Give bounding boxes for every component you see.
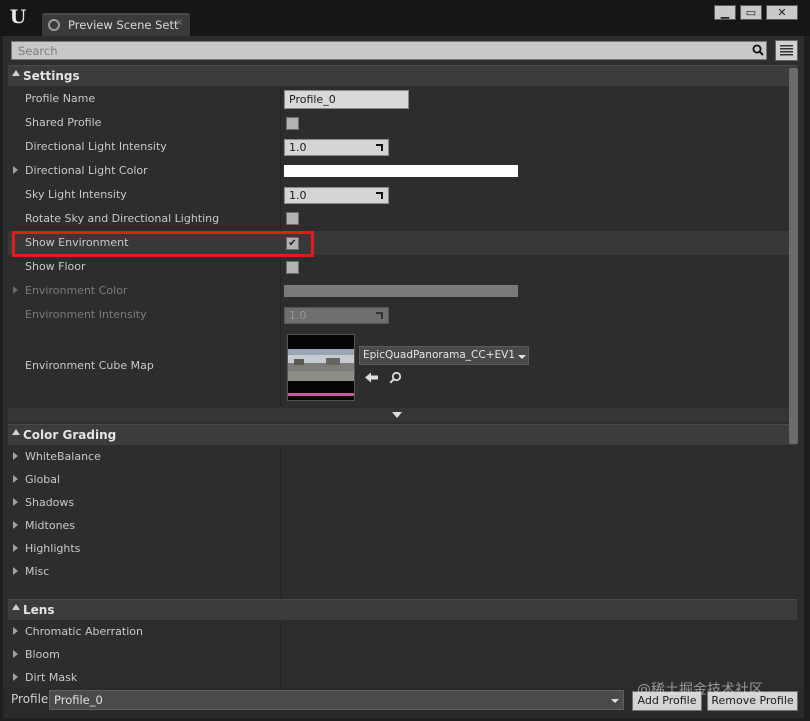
search-placeholder: Search: [18, 44, 58, 58]
expand-arrow-icon[interactable]: [13, 166, 18, 174]
row-label: Directional Light Intensity: [25, 140, 167, 153]
chevron-down-icon: [518, 355, 526, 359]
tab-label: Preview Scene Sett: [68, 18, 179, 32]
show-floor-checkbox[interactable]: [286, 261, 299, 274]
spin-arrows-icon: [376, 312, 383, 319]
sky-light-intensity-input[interactable]: 1.0: [284, 187, 389, 204]
expand-arrow-icon: [13, 452, 18, 460]
close-button[interactable]: ✕: [766, 5, 798, 20]
cube-map-thumbnail[interactable]: [287, 334, 355, 401]
tab-close-icon[interactable]: ×: [175, 17, 183, 28]
row-directional-light-intensity: Directional Light Intensity: [8, 135, 797, 159]
list-item-highlights[interactable]: Highlights: [8, 537, 797, 561]
category-label: Midtones: [25, 519, 76, 532]
shared-profile-checkbox[interactable]: [286, 117, 299, 130]
vertical-scrollbar[interactable]: [789, 68, 798, 444]
row-label: Show Floor: [25, 260, 86, 273]
expand-arrow-icon: [13, 650, 18, 658]
expand-arrow-icon: [13, 673, 18, 681]
list-item-chromatic-aberration[interactable]: Chromatic Aberration: [8, 620, 797, 644]
spin-arrows-icon: [376, 144, 383, 151]
list-item-bloom[interactable]: Bloom: [8, 643, 797, 667]
section-lens[interactable]: Lens: [8, 599, 797, 620]
spin-arrows-icon: [376, 192, 383, 199]
row-label: Environment Color: [25, 284, 128, 297]
row-label: Rotate Sky and Directional Lighting: [25, 212, 220, 225]
directional-light-color-swatch[interactable]: [284, 165, 518, 177]
profile-dropdown[interactable]: Profile_0: [49, 690, 624, 710]
list-item-whitebalance[interactable]: WhiteBalance: [8, 445, 797, 469]
category-label: Chromatic Aberration: [25, 625, 143, 638]
unreal-logo-icon: U: [9, 6, 27, 28]
category-label: WhiteBalance: [25, 450, 101, 463]
section-title: Lens: [23, 603, 55, 617]
directional-light-intensity-input[interactable]: 1.0: [284, 139, 389, 156]
expand-arrow-icon: [13, 475, 18, 483]
chevron-down-icon: [611, 699, 619, 703]
advanced-expander-bar[interactable]: [8, 408, 797, 422]
expand-arrow-icon: [13, 498, 18, 506]
tab-preview-scene-settings[interactable]: Preview Scene Sett ×: [42, 13, 190, 36]
list-item-misc[interactable]: Misc: [8, 560, 797, 584]
section-color-grading[interactable]: Color Grading: [8, 424, 797, 445]
profile-dropdown-value: Profile_0: [54, 693, 103, 707]
collapse-arrow-icon: [12, 70, 20, 76]
browse-asset-search-icon[interactable]: [389, 371, 402, 384]
expand-advanced-icon: [392, 412, 402, 418]
minimize-button[interactable]: ▁: [714, 5, 736, 20]
row-show-floor: Show Floor: [8, 255, 797, 279]
rotate-sky-checkbox[interactable]: [286, 212, 299, 225]
list-item-shadows[interactable]: Shadows: [8, 491, 797, 515]
expand-arrow-icon: [13, 521, 18, 529]
section-title: Color Grading: [23, 428, 117, 442]
section-title: Settings: [23, 69, 80, 83]
collapse-arrow-icon: [12, 604, 20, 610]
view-options-button[interactable]: [775, 40, 798, 61]
row-label: Environment Cube Map: [25, 359, 154, 372]
row-environment-intensity: Environment Intensity: [8, 303, 797, 327]
search-icon[interactable]: [752, 44, 764, 56]
category-label: Highlights: [25, 542, 81, 555]
row-label: Directional Light Color: [25, 164, 148, 177]
category-label: Dirt Mask: [25, 671, 78, 684]
asset-name: EpicQuadPanorama_CC+EV1: [363, 349, 516, 361]
collapse-arrow-icon: [12, 429, 20, 435]
profile-name-value: Profile_0: [289, 93, 336, 106]
list-item-global[interactable]: Global: [8, 468, 797, 492]
row-label: Environment Intensity: [25, 308, 147, 321]
maximize-button[interactable]: ▭: [740, 5, 762, 20]
row-label: Sky Light Intensity: [25, 188, 127, 201]
row-sky-light-intensity: Sky Light Intensity: [8, 183, 797, 207]
annotation-highlight-box: [12, 231, 314, 257]
environment-color-swatch: [284, 285, 518, 297]
panorama-thumbnail-image: [288, 335, 354, 400]
section-settings[interactable]: Settings: [8, 65, 797, 86]
environment-intensity-input: 1.0: [284, 307, 389, 324]
expand-arrow-icon[interactable]: [13, 286, 18, 294]
use-selected-asset-arrow-icon[interactable]: [364, 371, 379, 384]
expand-arrow-icon: [13, 544, 18, 552]
numeric-value: 1.0: [289, 141, 307, 154]
profile-name-input[interactable]: Profile_0: [284, 90, 409, 109]
category-label: Bloom: [25, 648, 60, 661]
row-shared-profile: Shared Profile: [8, 111, 797, 135]
watermark-text: @稀土掘金技术社区: [637, 682, 763, 698]
row-rotate-sky: Rotate Sky and Directional Lighting: [8, 207, 797, 231]
row-label: Shared Profile: [25, 116, 102, 129]
row-label: Profile Name: [25, 92, 96, 105]
expand-arrow-icon: [13, 627, 18, 635]
expand-arrow-icon: [13, 567, 18, 575]
list-item-midtones[interactable]: Midtones: [8, 514, 797, 538]
category-label: Shadows: [25, 496, 75, 509]
numeric-value: 1.0: [289, 309, 307, 322]
numeric-value: 1.0: [289, 189, 307, 202]
category-label: Misc: [25, 565, 50, 578]
profile-label: Profile: [11, 692, 49, 706]
category-label: Global: [25, 473, 61, 486]
cube-map-asset-dropdown[interactable]: EpicQuadPanorama_CC+EV1: [359, 346, 529, 365]
globe-icon: [48, 19, 60, 31]
search-input[interactable]: Search: [11, 41, 767, 60]
list-icon: [780, 45, 793, 56]
